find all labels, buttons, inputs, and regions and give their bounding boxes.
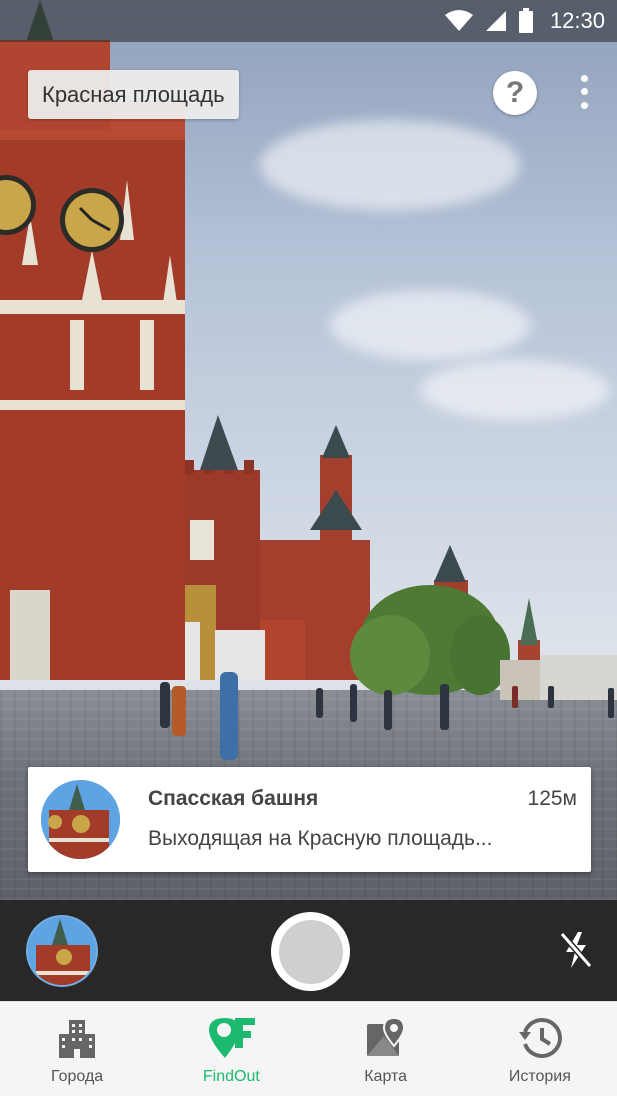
landmark-distance: 125м — [527, 787, 577, 810]
camera-viewfinder — [0, 0, 617, 900]
bottom-navigation: Города FindOut Карта История — [0, 1001, 617, 1096]
history-clock-icon — [518, 1017, 562, 1058]
shutter-button[interactable] — [271, 912, 350, 991]
help-button[interactable]: ? — [493, 71, 537, 115]
nav-item-findout[interactable]: FindOut — [154, 1002, 308, 1096]
landmark-description: Выходящая на Красную площадь... — [148, 827, 493, 850]
landmark-title: Спасская башня — [148, 787, 319, 810]
status-time: 12:30 — [549, 8, 605, 33]
gallery-thumbnail-button[interactable] — [26, 915, 98, 987]
nav-label: Города — [51, 1068, 104, 1085]
nav-item-cities[interactable]: Города — [0, 1002, 154, 1096]
city-buildings-icon — [59, 1020, 96, 1058]
nav-item-map[interactable]: Карта — [309, 1002, 463, 1096]
nav-label: Карта — [364, 1068, 408, 1085]
more-vert-icon — [580, 75, 588, 83]
wifi-icon — [444, 10, 473, 31]
help-icon: ? — [505, 76, 525, 109]
status-bar: 12:30 — [0, 0, 617, 42]
more-options-button[interactable] — [572, 72, 596, 112]
nav-item-history[interactable]: История — [463, 1002, 617, 1096]
kremlin-scene — [0, 0, 617, 760]
location-label: Красная площадь — [42, 81, 225, 107]
shutter-inner — [278, 919, 343, 984]
nav-label: История — [508, 1068, 571, 1085]
cellular-signal-icon — [485, 11, 506, 31]
location-chip[interactable]: Красная площадь — [28, 70, 239, 119]
landmark-info-card[interactable]: Спасская башня 125м Выходящая на Красную… — [28, 767, 591, 872]
camera-control-bar — [0, 900, 617, 1001]
nav-label: FindOut — [202, 1068, 260, 1085]
battery-icon — [518, 8, 533, 33]
findout-logo-icon — [209, 1018, 256, 1058]
landmark-thumbnail — [41, 780, 120, 859]
map-pin-icon — [366, 1016, 405, 1056]
flash-off-icon[interactable] — [558, 930, 594, 970]
